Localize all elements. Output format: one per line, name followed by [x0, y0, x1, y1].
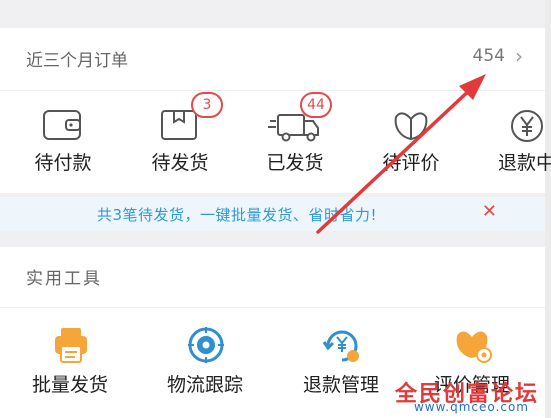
annotation-arrow-icon	[316, 74, 486, 234]
watermark-url: www.qmceo.com	[413, 400, 529, 414]
